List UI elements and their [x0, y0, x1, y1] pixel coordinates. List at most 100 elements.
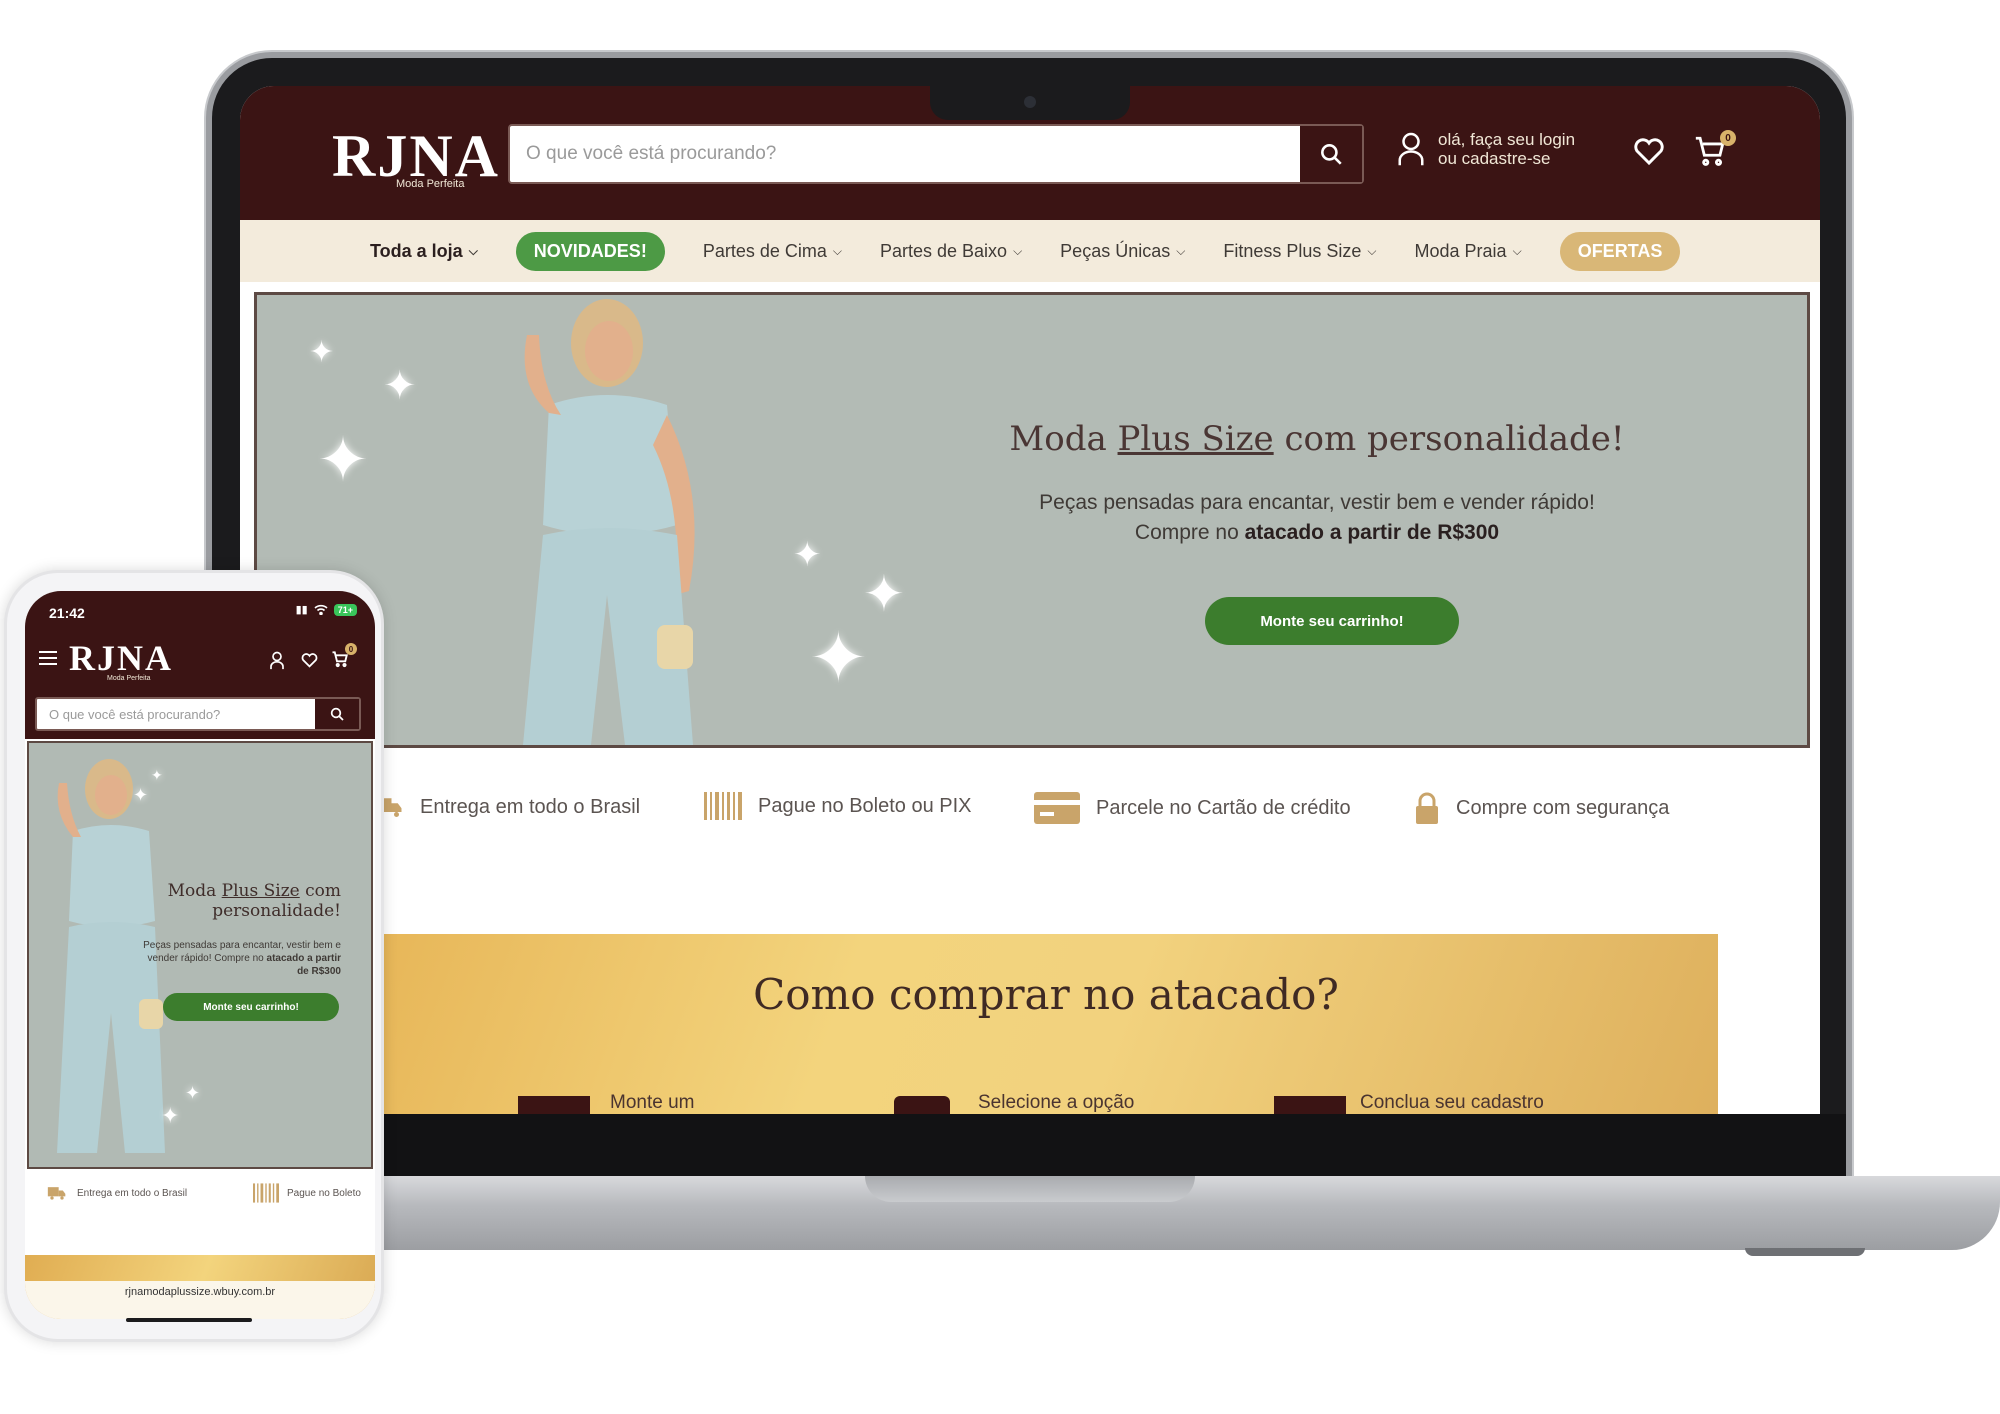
lock-icon [1416, 792, 1438, 824]
how-to-buy-section: Como comprar no atacado? Monte um Seleci… [374, 934, 1718, 1114]
nav-label: Fitness Plus Size [1223, 240, 1362, 261]
nav-ofertas[interactable]: OFERTAS [1559, 231, 1681, 271]
how-to-buy-title: Como comprar no atacado? [753, 970, 1339, 1019]
nav-novidades[interactable]: NOVIDADES! [515, 231, 665, 271]
benefit-shipping: Entrega em todo o Brasil [45, 1183, 187, 1203]
benefits-bar: Entrega em todo o Brasil Pague no Boleto… [374, 792, 1774, 832]
sparkle-icon: ✦ [383, 364, 417, 408]
cart-button[interactable]: 0 [1690, 130, 1736, 170]
nav-moda-praia[interactable]: Moda Praia ⌵ [1415, 241, 1522, 262]
laptop-foot [1745, 1248, 1865, 1256]
main-nav: Toda a loja ⌵ NOVIDADES! Partes de Cima ⌵ … [240, 220, 1820, 282]
status-time: 21:42 [49, 605, 85, 621]
search-icon [1321, 144, 1342, 165]
mobile-hero-banner[interactable]: ✦ ✦ ✦ ✦ Moda Plus Size com personalidade… [27, 741, 373, 1169]
mobile-search-button[interactable] [315, 699, 359, 729]
cart-step-icon [518, 1096, 590, 1114]
brand-logo[interactable]: RJNA [69, 637, 173, 679]
hamburger-menu-icon[interactable] [39, 651, 57, 669]
hero-title-post: com personalidade! [1273, 419, 1625, 459]
chevron-down-icon: ⌵ [468, 243, 478, 258]
wishlist-button[interactable] [1632, 134, 1666, 168]
login-text: olá, faça seu login ou cadastre-se [1438, 130, 1575, 168]
mobile-header: 21:42 ▮▮ 71+ RJNA Moda Perfeita 0 [25, 591, 375, 739]
wifi-icon [314, 604, 328, 615]
register-step-icon [1274, 1096, 1346, 1114]
laptop-bottom-bezel [212, 1114, 1846, 1178]
cart-count-badge: 0 [345, 643, 357, 655]
hero-cta-button[interactable]: Monte seu carrinho! [1205, 597, 1459, 645]
sparkle-icon: ✦ [151, 767, 163, 783]
mobile-search-input[interactable] [37, 699, 315, 729]
title-pre: Moda [167, 881, 222, 901]
laptop-base [300, 1176, 2000, 1250]
mobile-cart-button[interactable]: 0 [329, 643, 357, 671]
sparkle-icon: ✦ [309, 336, 335, 369]
benefit-shipping: Entrega em todo o Brasil [374, 792, 640, 822]
status-icons: ▮▮ 71+ [296, 603, 357, 616]
hero-banner[interactable]: ✦ ✦ ✦ ✦ ✦ ✦ Moda Plus Size com personali… [254, 292, 1810, 748]
login-line2: ou cadastre-se [1438, 149, 1551, 168]
nav-pecas-unicas[interactable]: Peças Únicas ⌵ [1060, 241, 1185, 262]
chevron-down-icon: ⌵ [1013, 243, 1023, 258]
phone-screen: 21:42 ▮▮ 71+ RJNA Moda Perfeita 0 O que … [25, 591, 375, 1319]
nav-label: Partes de Baixo [879, 240, 1008, 261]
phone-frame: 21:42 ▮▮ 71+ RJNA Moda Perfeita 0 O que … [4, 570, 384, 1342]
credit-card-icon [1034, 792, 1080, 824]
camera-dot [1024, 96, 1036, 108]
search-input[interactable] [510, 126, 1300, 182]
cart-count-badge: 0 [1720, 130, 1736, 146]
brand-logo-tagline: Moda Perfeita [396, 178, 465, 190]
how-step-2: Selecione a opção [978, 1092, 1135, 1113]
search-button[interactable] [1300, 126, 1362, 182]
browser-url-bar[interactable]: rjnamodaplussize.wbuy.com.br [25, 1281, 375, 1319]
home-indicator [126, 1318, 252, 1322]
title-post: com [299, 881, 341, 901]
heart-icon [1634, 138, 1664, 166]
benefit-credit-card: Parcele no Cartão de crédito [1034, 792, 1351, 824]
benefit-label: Compre com segurança [1456, 796, 1670, 819]
mobile-user-button[interactable] [267, 649, 287, 671]
brand-logo-tagline: Moda Perfeita [107, 675, 151, 682]
hero-subtitle: Peças pensadas para encantar, vestir bem… [1039, 491, 1595, 514]
laptop-screen: RJNA Moda Perfeita olá, faça seu login o… [240, 86, 1820, 1114]
nav-label: Moda Praia [1414, 240, 1507, 261]
truck-icon [47, 1187, 66, 1200]
benefit-boleto: Pague no Boleto [253, 1183, 361, 1203]
sparkle-icon: ✦ [793, 536, 822, 574]
nav-partes-de-baixo[interactable]: Partes de Baixo ⌵ [880, 241, 1022, 262]
nav-label: Toda a loja [370, 240, 463, 261]
mobile-hero-cta-button[interactable]: Monte seu carrinho! [163, 993, 339, 1021]
benefit-label: Entrega em todo o Brasil [420, 795, 641, 818]
nav-label: Partes de Cima [702, 240, 827, 261]
heart-icon [301, 653, 317, 668]
select-option-icon [894, 1096, 950, 1114]
hero-title: Moda Plus Size com personalidade! [997, 419, 1637, 459]
benefit-label: Pague no Boleto ou PIX [758, 794, 972, 817]
camera-notch [930, 86, 1130, 120]
nav-partes-de-cima[interactable]: Partes de Cima ⌵ [703, 241, 842, 262]
how-step-3: Conclua seu cadastro [1360, 1092, 1544, 1113]
hero-model-image [523, 299, 695, 745]
mobile-hero-subtitle: Peças pensadas para encantar, vestir bem… [141, 939, 341, 978]
hero-sub2-bold: atacado a partir de R$300 [1244, 521, 1500, 544]
user-icon [270, 651, 284, 669]
nav-label: Peças Únicas [1060, 240, 1171, 261]
sparkle-icon: ✦ [133, 785, 149, 805]
hero-title-pre: Moda [1009, 419, 1118, 459]
barcode-icon [704, 792, 742, 820]
nav-toda-a-loja[interactable]: Toda a loja ⌵ [370, 241, 478, 262]
nav-fitness-plus-size[interactable]: Fitness Plus Size ⌵ [1223, 241, 1376, 262]
benefit-label: Pague no Boleto [287, 1187, 361, 1199]
login-link[interactable]: olá, faça seu login ou cadastre-se [1396, 130, 1575, 168]
mobile-hero-title-line1: Moda Plus Size com [168, 881, 341, 901]
mobile-hero-title: Moda Plus Size com personalidade! [168, 881, 341, 921]
signal-icon: ▮▮ [295, 604, 308, 616]
mobile-wishlist-button[interactable] [299, 649, 319, 671]
benefit-security: Compre com segurança [1414, 792, 1669, 824]
chevron-down-icon: ⌵ [1512, 243, 1522, 258]
sparkle-icon: ✦ [809, 619, 868, 697]
benefit-boleto-pix: Pague no Boleto ou PIX [704, 792, 972, 820]
mobile-search-bar [35, 697, 361, 731]
sparkle-icon: ✦ [317, 426, 369, 495]
